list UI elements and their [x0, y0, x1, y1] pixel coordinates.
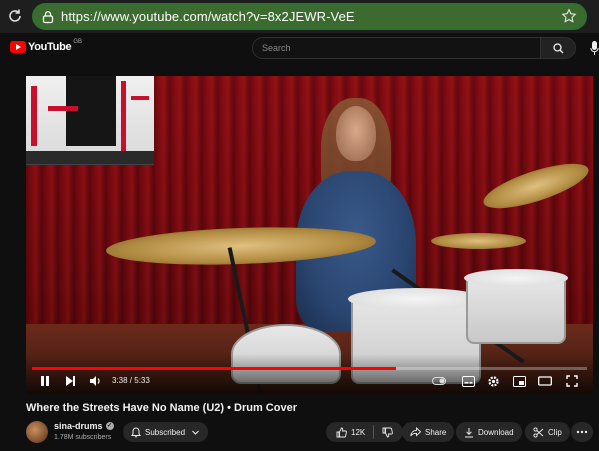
theater-icon [538, 376, 552, 386]
video-title: Where the Streets Have No Name (U2) • Dr… [26, 402, 297, 414]
thumbs-down-icon [382, 427, 394, 437]
url-text[interactable]: https://www.youtube.com/watch?v=8x2JEWR-… [61, 9, 355, 24]
divider [373, 425, 375, 439]
search-bar: Search [252, 37, 576, 59]
microphone-icon[interactable] [590, 40, 599, 56]
fullscreen-icon [566, 375, 578, 387]
subscribed-label: Subscribed [145, 427, 186, 437]
progress-fill [32, 367, 396, 370]
subtitles-button[interactable] [462, 374, 475, 388]
pause-button[interactable] [39, 374, 51, 388]
like-count: 12K [351, 427, 366, 437]
dislike-button[interactable] [382, 427, 394, 438]
thumbs-up-icon [336, 427, 347, 437]
theater-mode-button[interactable] [538, 374, 552, 388]
like-dislike-group: 12K [326, 422, 404, 442]
subtitles-icon [462, 375, 475, 387]
search-icon [553, 43, 564, 54]
clip-label: Clip [548, 427, 562, 437]
subscribed-button[interactable]: Subscribed [123, 422, 209, 442]
video-player[interactable]: 3:38 / 5:33 [26, 76, 593, 394]
drum-head [348, 288, 484, 310]
drummer-face [336, 106, 376, 161]
search-button[interactable] [541, 37, 576, 59]
youtube-logo[interactable]: YouTube GB [10, 39, 82, 53]
lock-icon[interactable] [41, 10, 55, 24]
picture-in-picture-inset [26, 76, 154, 165]
more-actions-button[interactable] [571, 422, 593, 442]
miniplayer-button[interactable] [513, 374, 526, 388]
time-display: 3:38 / 5:33 [112, 376, 150, 385]
settings-icon [488, 375, 499, 387]
drum-head [464, 269, 568, 287]
next-button[interactable] [64, 374, 76, 388]
fullscreen-button[interactable] [566, 374, 578, 388]
progress-bar[interactable] [32, 367, 587, 370]
pause-icon [41, 376, 49, 386]
cymbal [431, 233, 526, 249]
address-bar[interactable]: https://www.youtube.com/watch?v=8x2JEWR-… [32, 3, 587, 30]
channel-name-row[interactable]: sina-drums ✓ [54, 421, 114, 431]
next-icon [66, 376, 75, 386]
channel-name[interactable]: sina-drums [54, 421, 103, 431]
download-button[interactable]: Download [456, 422, 522, 442]
bell-icon [131, 426, 141, 437]
miniplayer-icon [513, 375, 526, 387]
subscriber-count: 1.78M subscribers [54, 434, 112, 441]
like-button[interactable]: 12K [336, 427, 365, 438]
controls-overlay [26, 354, 593, 394]
country-code: GB [73, 39, 82, 45]
download-icon [465, 427, 473, 437]
scissors-icon [533, 426, 544, 438]
volume-icon [90, 376, 100, 386]
settings-button[interactable] [487, 374, 500, 388]
youtube-play-icon [10, 41, 26, 53]
share-label: Share [425, 427, 447, 437]
chevron-down-icon [192, 430, 199, 435]
clip-button[interactable]: Clip [525, 422, 570, 442]
youtube-header: YouTube GB Search [0, 33, 599, 63]
logo-wordmark: YouTube [28, 41, 72, 53]
channel-avatar[interactable] [26, 421, 48, 443]
verified-check-icon: ✓ [105, 422, 114, 430]
more-horizontal-icon [576, 430, 588, 434]
share-button[interactable]: Share [402, 422, 455, 442]
browser-toolbar: https://www.youtube.com/watch?v=8x2JEWR-… [0, 0, 599, 33]
bookmark-star-icon[interactable] [561, 8, 577, 24]
autoplay-toggle[interactable] [432, 374, 446, 388]
reload-icon[interactable] [6, 7, 24, 25]
search-input[interactable]: Search [252, 37, 541, 59]
autoplay-icon [432, 377, 446, 385]
volume-button[interactable] [89, 374, 102, 388]
share-icon [410, 427, 421, 437]
download-label: Download [478, 427, 514, 437]
